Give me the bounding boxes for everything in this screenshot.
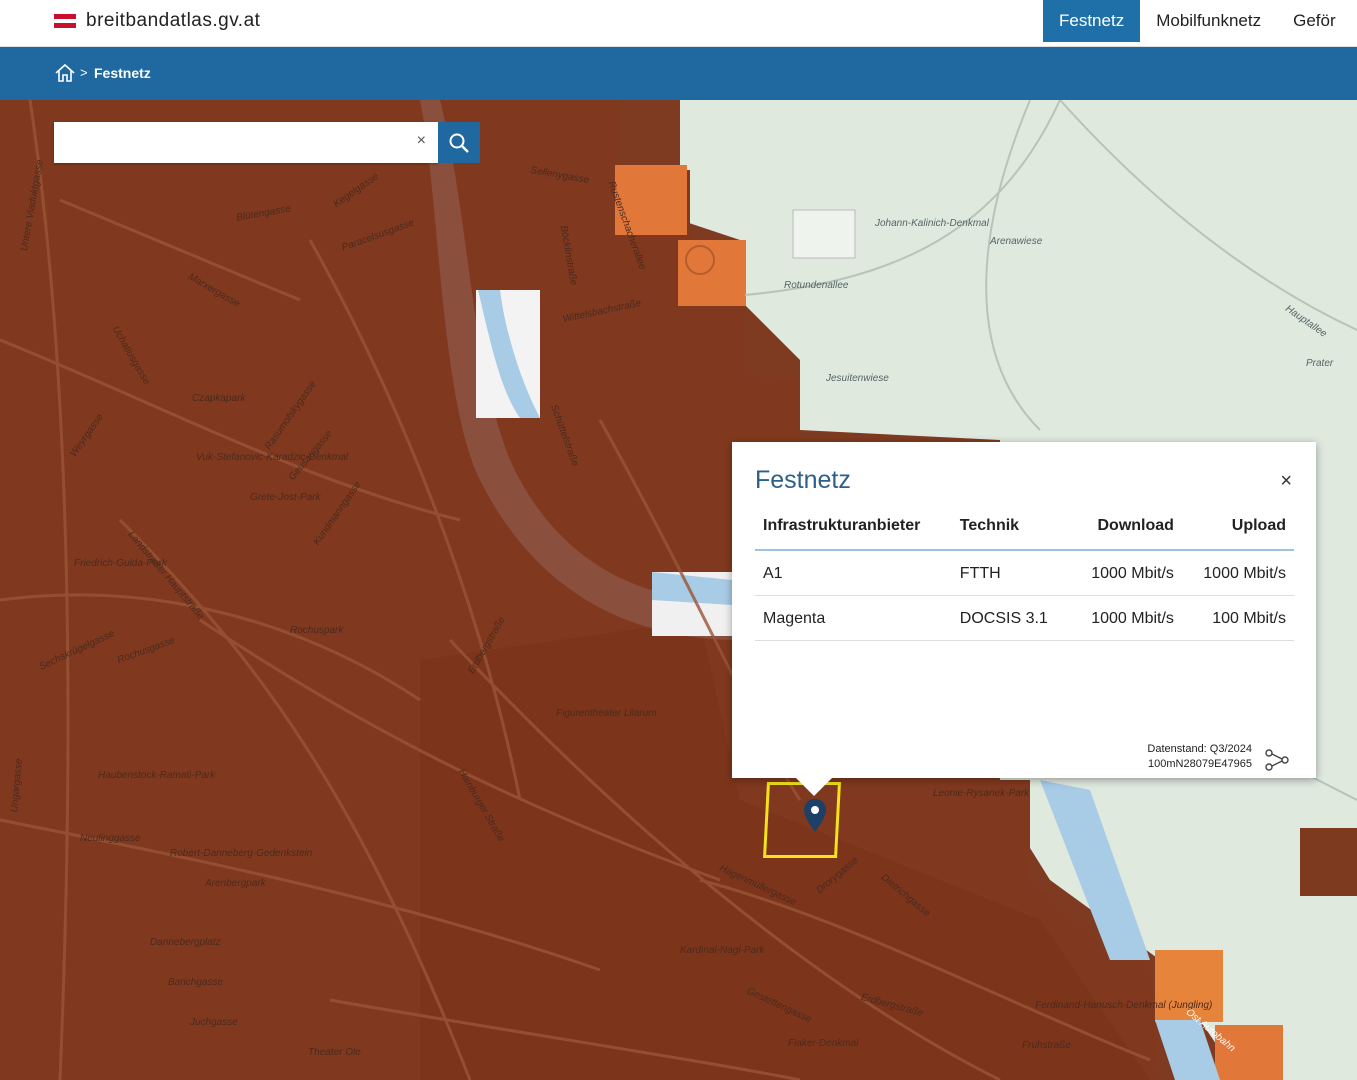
map-label: Neulinggasse <box>80 833 141 844</box>
austria-flag-icon <box>54 14 76 29</box>
table-header-row: Infrastrukturanbieter Technik Download U… <box>755 508 1294 551</box>
search-button[interactable] <box>438 122 480 163</box>
provider-table: Infrastrukturanbieter Technik Download U… <box>755 508 1294 641</box>
home-icon[interactable] <box>54 62 76 84</box>
map-label: Frühstraße <box>1022 1040 1071 1051</box>
map-label: Figurentheater Lilarum <box>556 708 657 719</box>
search-icon <box>449 133 469 153</box>
site-logo[interactable]: breitbandatlas.gv.at <box>54 10 260 32</box>
map-label: Vuk-Stefanovic-Karadzic-Denkmal <box>196 452 349 463</box>
provider-cell: A1 <box>755 550 952 596</box>
breadcrumb-separator: > <box>80 65 88 80</box>
map-label: Haubenstock-Ramati-Park <box>98 770 216 781</box>
technology-cell: FTTH <box>951 550 1070 596</box>
map-label: Kardinal-Nagl-Park <box>680 945 765 956</box>
top-header: breitbandatlas.gv.at Festnetz Mobilfunkn… <box>0 0 1357 47</box>
map-label: Fiaker-Denkmal <box>788 1038 859 1049</box>
popup-pointer <box>796 778 832 796</box>
upload-cell: 100 Mbit/s <box>1181 595 1294 641</box>
map-label: Friedrich-Gulda-Park <box>74 558 167 569</box>
map-label: Arenbergpark <box>205 878 266 889</box>
search-box: × <box>54 122 438 163</box>
map-label: Czapkapark <box>192 393 246 404</box>
provider-cell: Magenta <box>755 595 952 641</box>
cell-id: 100mN28079E47965 <box>1148 758 1252 770</box>
download-cell: 1000 Mbit/s <box>1069 595 1182 641</box>
map-label: Ferdinand-Hanusch-Denkmal (Jungling) <box>1035 1000 1213 1011</box>
breadcrumb: > Festnetz <box>0 47 1357 100</box>
data-date: Datenstand: Q3/2024 <box>1147 743 1252 755</box>
map-label: Johann-Kalinich-Denkmal <box>875 218 989 229</box>
site-name: breitbandatlas.gv.at <box>86 10 261 31</box>
search-input[interactable] <box>64 122 408 163</box>
map-label: Juchgasse <box>190 1017 238 1028</box>
column-header-provider: Infrastrukturanbieter <box>755 508 952 551</box>
share-icon[interactable] <box>1264 748 1290 772</box>
main-nav: Festnetz Mobilfunknetz Geför <box>1043 0 1336 42</box>
clear-search-icon[interactable]: × <box>417 132 426 150</box>
popup-title: Festnetz <box>755 466 851 494</box>
table-row: A1 FTTH 1000 Mbit/s 1000 Mbit/s <box>755 550 1294 596</box>
map-label: Grete-Jost-Park <box>250 492 321 503</box>
column-header-technology: Technik <box>951 508 1070 551</box>
upload-cell: 1000 Mbit/s <box>1181 550 1294 596</box>
close-icon[interactable]: × <box>1280 470 1292 493</box>
column-header-download: Download <box>1069 508 1182 551</box>
download-cell: 1000 Mbit/s <box>1069 550 1182 596</box>
map-label: Leonie-Rysanek-Park <box>933 788 1030 799</box>
map-label: Rotundenallee <box>784 280 849 291</box>
technology-cell: DOCSIS 3.1 <box>951 595 1070 641</box>
table-row: Magenta DOCSIS 3.1 1000 Mbit/s 100 Mbit/… <box>755 595 1294 641</box>
location-pin-icon[interactable] <box>803 798 827 834</box>
map-label: Theater Ole <box>308 1047 361 1058</box>
map-label: Barichgasse <box>168 977 224 988</box>
map-label: Arenawiese <box>990 236 1043 247</box>
map-label: Rochuspark <box>290 625 344 636</box>
map-label: Robert-Danneberg-Gedenkstein <box>170 848 313 859</box>
nav-mobilfunknetz[interactable]: Mobilfunknetz <box>1140 0 1277 42</box>
nav-gefoerdert[interactable]: Geför <box>1277 0 1336 42</box>
map-label: Prater <box>1306 358 1334 369</box>
breadcrumb-current: Festnetz <box>94 65 151 81</box>
nav-festnetz[interactable]: Festnetz <box>1043 0 1141 42</box>
map-label: Jesuitenwiese <box>826 373 889 384</box>
info-popup: Festnetz × Infrastrukturanbieter Technik… <box>732 442 1316 778</box>
column-header-upload: Upload <box>1181 508 1294 551</box>
data-status: Datenstand: Q3/2024 100mN28079E47965 <box>1147 742 1252 772</box>
map-label: Dannebergplatz <box>150 937 221 948</box>
